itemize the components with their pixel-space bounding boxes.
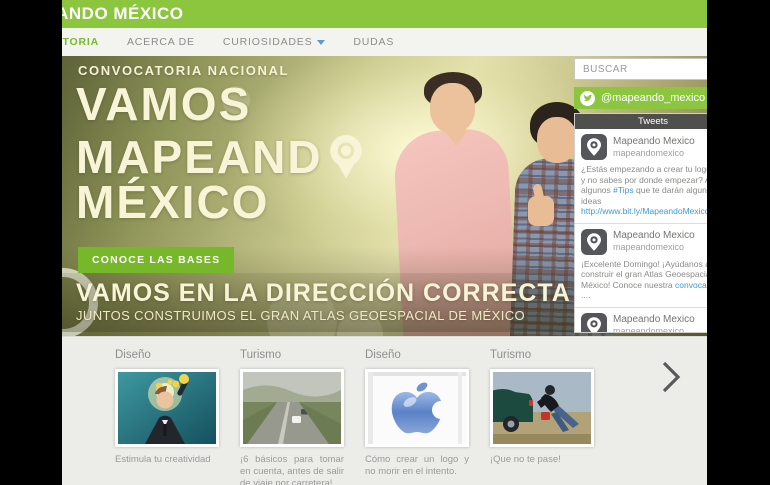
screenshot-stage: MAPEANDO MÉXICO CONVOCATORIA ACERCA DE C… — [0, 0, 770, 485]
article-card[interactable]: Diseño — [115, 349, 219, 485]
nav-item-dudas[interactable]: DUDAS — [353, 36, 394, 48]
right-sidebar: @mapeando_mexico Tweets Mapeando Mexico … — [574, 58, 707, 333]
site-logo[interactable]: MAPEANDO MÉXICO — [62, 0, 183, 28]
tweet-author: Mapeando Mexico — [613, 136, 695, 148]
article-card[interactable]: Turismo — [240, 349, 344, 485]
site-window: MAPEANDO MÉXICO CONVOCATORIA ACERCA DE C… — [62, 0, 707, 485]
tweet-text: ¿Estás empezando a crear tu logotipo y n… — [581, 164, 707, 217]
twitter-icon — [580, 91, 595, 106]
nav-item-label: CONVOCATORIA — [62, 36, 99, 48]
card-caption: ¡6 básicos para tomar en cuenta, antes d… — [240, 454, 344, 485]
hashtag-link[interactable]: #Tips — [613, 185, 633, 195]
apple-logo-thumbnail[interactable] — [365, 369, 469, 447]
nav-items: CONVOCATORIA ACERCA DE CURIOSIDADES DUDA… — [62, 28, 394, 56]
card-category: Diseño — [365, 349, 469, 361]
carousel-cards: Diseño — [115, 349, 594, 485]
nav-item-acerca-de[interactable]: ACERCA DE — [127, 36, 195, 48]
tweet-handle: mapeandomexico — [613, 148, 695, 159]
nav-item-convocatoria[interactable]: CONVOCATORIA — [62, 36, 99, 48]
main-navbar: CONVOCATORIA ACERCA DE CURIOSIDADES DUDA… — [62, 28, 707, 56]
tweet-author: Mapeando Mexico — [613, 230, 695, 242]
nav-item-label: DUDAS — [353, 36, 394, 48]
articles-carousel: Diseño — [62, 336, 707, 485]
convocatoria-link[interactable]: convocatoria — [675, 280, 707, 290]
article-card[interactable]: Diseño — [365, 349, 469, 485]
nav-item-label: ACERCA DE — [127, 36, 195, 48]
card-caption: Estimula tu creatividad — [115, 454, 219, 466]
twitter-handle: @mapeando_mexico — [601, 92, 705, 104]
tweet-handle: mapeandomexico — [613, 242, 695, 253]
carousel-next-button[interactable] — [660, 359, 682, 400]
tweet-author: Mapeando Mexico — [613, 314, 695, 326]
nav-item-curiosidades[interactable]: CURIOSIDADES — [223, 36, 326, 48]
article-card[interactable]: Turismo — [490, 349, 594, 485]
tweets-widget: Tweets Mapeando Mexico mapeandomexico ¿E… — [574, 113, 707, 333]
tweets-header: Tweets — [575, 114, 707, 129]
tweet-item[interactable]: Mapeando Mexico mapeandomexico ¿Estás em… — [575, 129, 707, 224]
tweet-text: ¡Excelente Domingo! ¡Ayúdanos a construi… — [581, 259, 707, 301]
tweet-item[interactable]: Mapeando Mexico mapeandomexico Los invit… — [575, 308, 707, 334]
card-category: Turismo — [490, 349, 594, 361]
car-breakdown-thumbnail[interactable] — [490, 369, 594, 447]
card-caption: ¡Que no te pase! — [490, 454, 594, 466]
twitter-follow-bar[interactable]: @mapeando_mexico — [574, 87, 707, 109]
nav-item-label: CURIOSIDADES — [223, 36, 313, 48]
card-caption: Cómo crear un logo y no morir en el inte… — [365, 454, 469, 478]
card-category: Turismo — [240, 349, 344, 361]
card-category: Diseño — [115, 349, 219, 361]
search-input[interactable] — [574, 58, 707, 80]
map-pin-icon — [328, 133, 364, 186]
chevron-down-icon — [317, 40, 325, 45]
url-link[interactable]: http://www.bit.ly/MapeandoMexico — [581, 206, 707, 216]
hero-title: VAMOS MAPEAND MÉXICO — [76, 82, 364, 225]
mapeando-avatar-icon — [581, 134, 607, 160]
hero-title-line3: MÉXICO — [76, 180, 364, 225]
hero-title-line1: VAMOS — [76, 82, 364, 127]
conoce-las-bases-button[interactable]: CONOCE LAS BASES — [78, 247, 234, 273]
hero-kicker: CONVOCATORIA NACIONAL — [78, 63, 289, 78]
hero-title-line2: MAPEAND — [76, 127, 364, 180]
mapeando-avatar-icon — [581, 313, 607, 334]
top-green-bar: MAPEANDO MÉXICO — [62, 0, 707, 28]
road-trip-thumbnail[interactable] — [240, 369, 344, 447]
tweet-handle: mapeandomexico — [613, 326, 695, 333]
mapeando-avatar-icon — [581, 229, 607, 255]
creativity-thumbnail[interactable] — [115, 369, 219, 447]
tweet-item[interactable]: Mapeando Mexico mapeandomexico ¡Excelent… — [575, 224, 707, 308]
